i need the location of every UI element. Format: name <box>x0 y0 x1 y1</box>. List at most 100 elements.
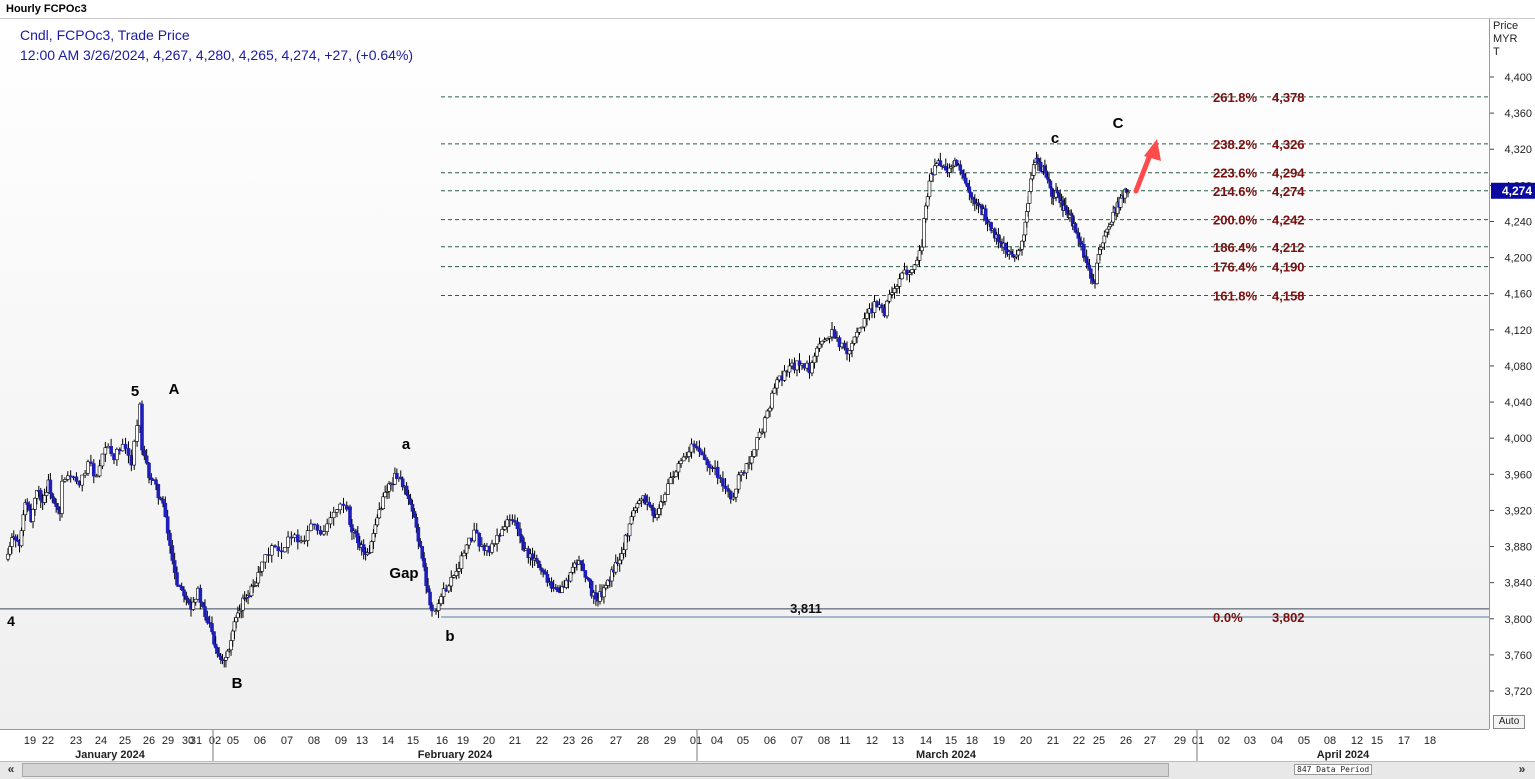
wave-label-3: a <box>402 436 411 453</box>
candle-body-177 <box>414 516 419 528</box>
candle-body-123 <box>286 536 290 548</box>
auto-scale-button[interactable]: Auto <box>1493 715 1525 729</box>
scroll-left-icon[interactable]: « <box>2 763 20 776</box>
candle-body-284 <box>651 507 655 516</box>
price-tick-label: 3,720 <box>1504 686 1532 698</box>
candle-body-381 <box>895 286 899 289</box>
date-tick-label: 29 <box>1174 735 1186 747</box>
candlestick-chart[interactable]: 3,811 261.8% 4,378 238.2% 4,326 223.6% 4,294 21… <box>0 19 1489 729</box>
candle-body-98 <box>230 630 235 641</box>
date-tick-label: 05 <box>1298 735 1310 747</box>
candle-body-112 <box>254 582 259 586</box>
candle-body-274 <box>631 510 636 517</box>
candle-body-318 <box>736 474 741 490</box>
date-tick-label: 06 <box>254 735 266 747</box>
date-tick-label: 19 <box>993 735 1005 747</box>
candle-body-54 <box>135 425 139 442</box>
date-tick-label: 15 <box>945 735 957 747</box>
candle-body-440 <box>1009 251 1013 255</box>
candle-body-143 <box>348 506 352 525</box>
candle-body-74 <box>182 589 186 597</box>
candle-body-69 <box>170 545 175 561</box>
candle-body-333 <box>775 379 779 389</box>
candle-body-175 <box>410 503 415 512</box>
date-tick-label: 21 <box>509 735 521 747</box>
price-tick-label: 3,800 <box>1504 614 1532 626</box>
date-tick-label: 05 <box>737 735 749 747</box>
wave-label-7: C <box>1113 115 1124 132</box>
scroll-right-icon[interactable]: » <box>1513 763 1531 776</box>
candle-body-132 <box>315 524 320 531</box>
candle-body-404 <box>943 166 948 171</box>
axis-header-price: Price <box>1493 20 1519 32</box>
date-tick-label: 18 <box>1424 735 1436 747</box>
fib-percent-label: 176.4% <box>1213 260 1258 275</box>
candle-body-366 <box>857 327 862 333</box>
chart-plot-area[interactable]: 3,811 261.8% 4,378 238.2% 4,326 223.6% 4,294 21… <box>0 19 1489 729</box>
candle-body-237 <box>556 587 560 593</box>
date-tick-label: 22 <box>42 735 54 747</box>
candle-body-136 <box>328 517 333 525</box>
candle-body-220 <box>520 535 524 543</box>
candle-body-275 <box>633 507 638 511</box>
candle-body-433 <box>996 234 1001 242</box>
date-tick-label: 17 <box>1398 735 1410 747</box>
candle-body-415 <box>963 177 968 184</box>
date-tick-label: 13 <box>356 735 368 747</box>
candle-body-356 <box>832 329 837 339</box>
wave-label-6: c <box>1051 130 1059 147</box>
candle-body-368 <box>862 318 867 328</box>
fib-percent-label: 238.2% <box>1213 137 1258 152</box>
candle-body-249 <box>581 563 586 571</box>
date-axis[interactable]: 19 22 23 24 25 26 29 30 31 02 05 06 07 08 09 13 14 15 16 19… <box>0 729 1489 762</box>
candle-body-2 <box>10 537 14 547</box>
date-tick-label: 20 <box>1020 735 1032 747</box>
candle-body-388 <box>912 264 917 270</box>
date-tick-label: 07 <box>791 735 803 747</box>
candle-body-188 <box>439 596 443 604</box>
candle-body-48 <box>117 448 122 452</box>
candle-body-28 <box>60 480 64 514</box>
price-axis[interactable]: 3,720 3,760 3,800 3,840 3,880 3,920 3,960 4,000… <box>1489 19 1535 729</box>
wave-label-8: 4 <box>7 613 15 629</box>
wave-label-2: B <box>232 675 243 692</box>
candle-body-375 <box>880 304 884 309</box>
month-label: March 2024 <box>916 749 977 761</box>
candle-body-39 <box>91 463 96 477</box>
candle-body-288 <box>659 501 663 509</box>
candle-body-37 <box>86 461 90 474</box>
candle-body-133 <box>318 530 323 535</box>
fib-percent-label: 214.6% <box>1213 184 1258 199</box>
month-label: February 2024 <box>418 749 493 761</box>
candle-body-390 <box>917 250 922 261</box>
candle-body-78 <box>191 601 196 610</box>
date-tick-label: 26 <box>581 735 593 747</box>
date-tick-label: 29 <box>162 735 174 747</box>
candle-body-122 <box>283 546 287 553</box>
window-title-bar: Hourly FCPOc3 <box>0 0 1535 19</box>
candle-body-213 <box>502 526 507 530</box>
candle-body-416 <box>965 182 970 188</box>
candle-body-89 <box>215 647 220 654</box>
fib-value-label: 4,274 <box>1272 184 1305 199</box>
candle-body-228 <box>537 560 541 569</box>
scrollbar-thumb[interactable] <box>22 763 1169 777</box>
axis-header-unit: T <box>1493 46 1500 58</box>
candle-body-42 <box>100 453 105 467</box>
candle-body-119 <box>273 545 277 548</box>
price-tick-label: 4,400 <box>1504 72 1532 84</box>
candle-body-134 <box>322 531 326 535</box>
fib-value-label: 4,190 <box>1272 260 1305 275</box>
candle-body-336 <box>782 370 787 381</box>
date-tick-label: 26 <box>1120 735 1132 747</box>
candle-body-312 <box>721 478 725 487</box>
date-tick-label: 02 <box>1218 735 1230 747</box>
candle-body-82 <box>200 602 205 607</box>
date-tick-label: 25 <box>119 735 131 747</box>
candle-body-294 <box>674 471 678 478</box>
candle-body-129 <box>305 530 310 541</box>
candle-body-277 <box>637 500 642 504</box>
candle-body-504 <box>1102 235 1107 244</box>
candle-body-176 <box>412 511 417 518</box>
candle-body-59 <box>147 462 151 479</box>
